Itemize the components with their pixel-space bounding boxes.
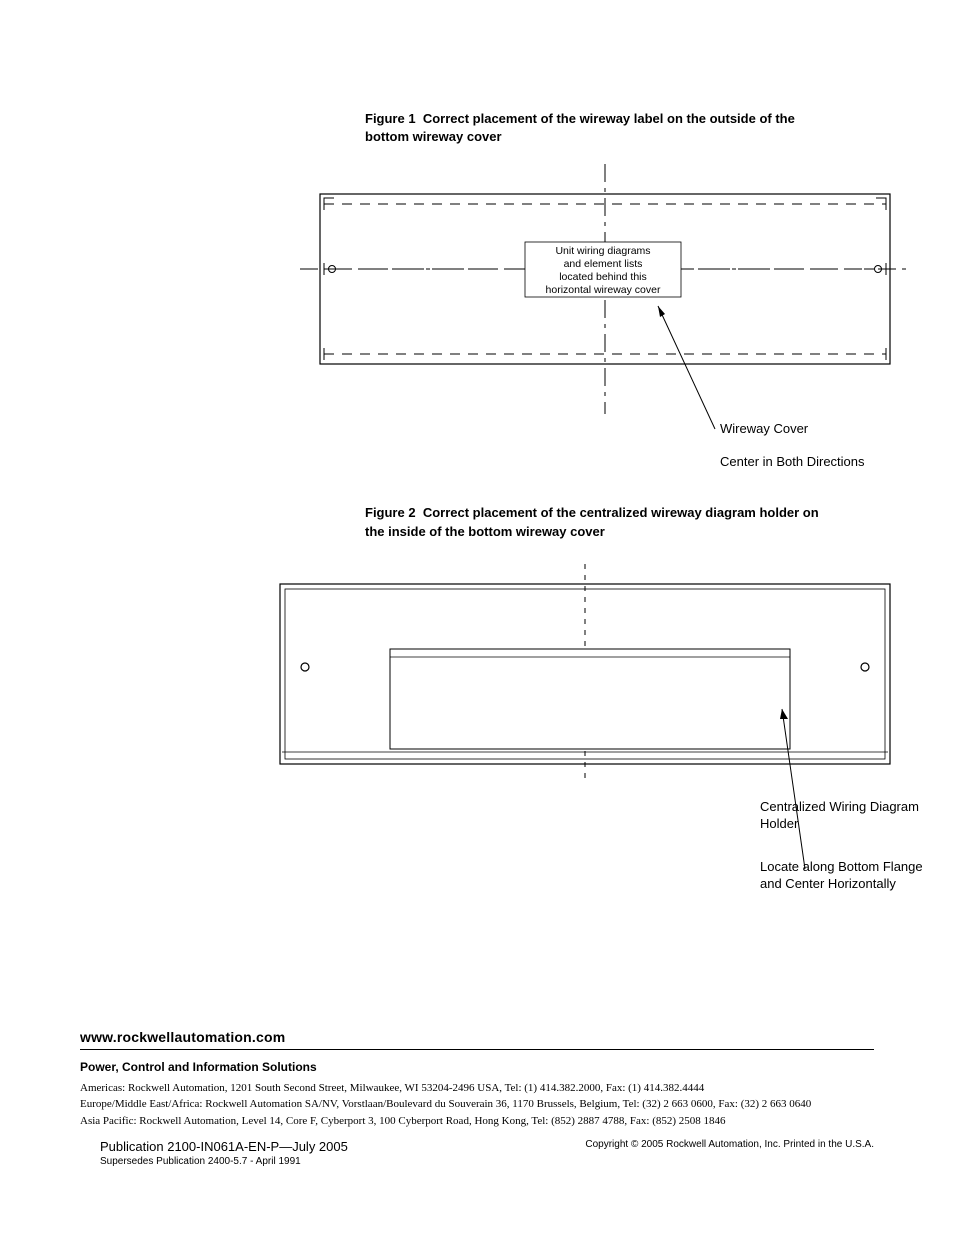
footer-url: www.rockwellautomation.com: [80, 1029, 874, 1045]
figure2-holder-annot: Centralized Wiring Diagram Holder: [760, 799, 920, 833]
figure2-caption: Figure 2 Correct placement of the centra…: [70, 504, 884, 540]
contact-emea: Europe/Middle East/Africa: Rockwell Auto…: [80, 1096, 874, 1113]
figure2-prefix: Figure 2: [365, 505, 416, 520]
publication-id: Publication 2100-IN061A-EN-P—July 2005: [100, 1139, 348, 1154]
figure2-locate-annot: Locate along Bottom Flange and Center Ho…: [760, 859, 930, 893]
figure1-center-annot: Center in Both Directions: [720, 454, 865, 469]
footer-slogan: Power, Control and Information Solutions: [80, 1060, 874, 1074]
label-line3: located behind this: [559, 271, 647, 283]
figure2-diagram: Centralized Wiring Diagram Holder Locate…: [270, 549, 900, 919]
label-line4: horizontal wireway cover: [546, 284, 661, 296]
figure1-diagram: Unit wiring diagrams and element lists l…: [300, 154, 910, 474]
figure1-prefix: Figure 1: [365, 111, 416, 126]
footer-divider: [80, 1049, 874, 1050]
label-line2: and element lists: [564, 258, 643, 270]
figure2-text: Correct placement of the centralized wir…: [365, 505, 819, 538]
footer-block: www.rockwellautomation.com Power, Contro…: [70, 1029, 884, 1168]
figure1-text: Correct placement of the wireway label o…: [365, 111, 795, 144]
contact-apac: Asia Pacific: Rockwell Automation, Level…: [80, 1113, 874, 1130]
copyright: Copyright © 2005 Rockwell Automation, In…: [585, 1139, 874, 1150]
supersedes: Supersedes Publication 2400-5.7 - April …: [100, 1156, 348, 1167]
label-line1: Unit wiring diagrams: [555, 245, 650, 257]
figure1-wireway-cover-annot: Wireway Cover: [720, 421, 808, 436]
figure1-caption: Figure 1 Correct placement of the wirewa…: [70, 110, 884, 146]
contact-americas: Americas: Rockwell Automation, 1201 Sout…: [80, 1080, 874, 1097]
